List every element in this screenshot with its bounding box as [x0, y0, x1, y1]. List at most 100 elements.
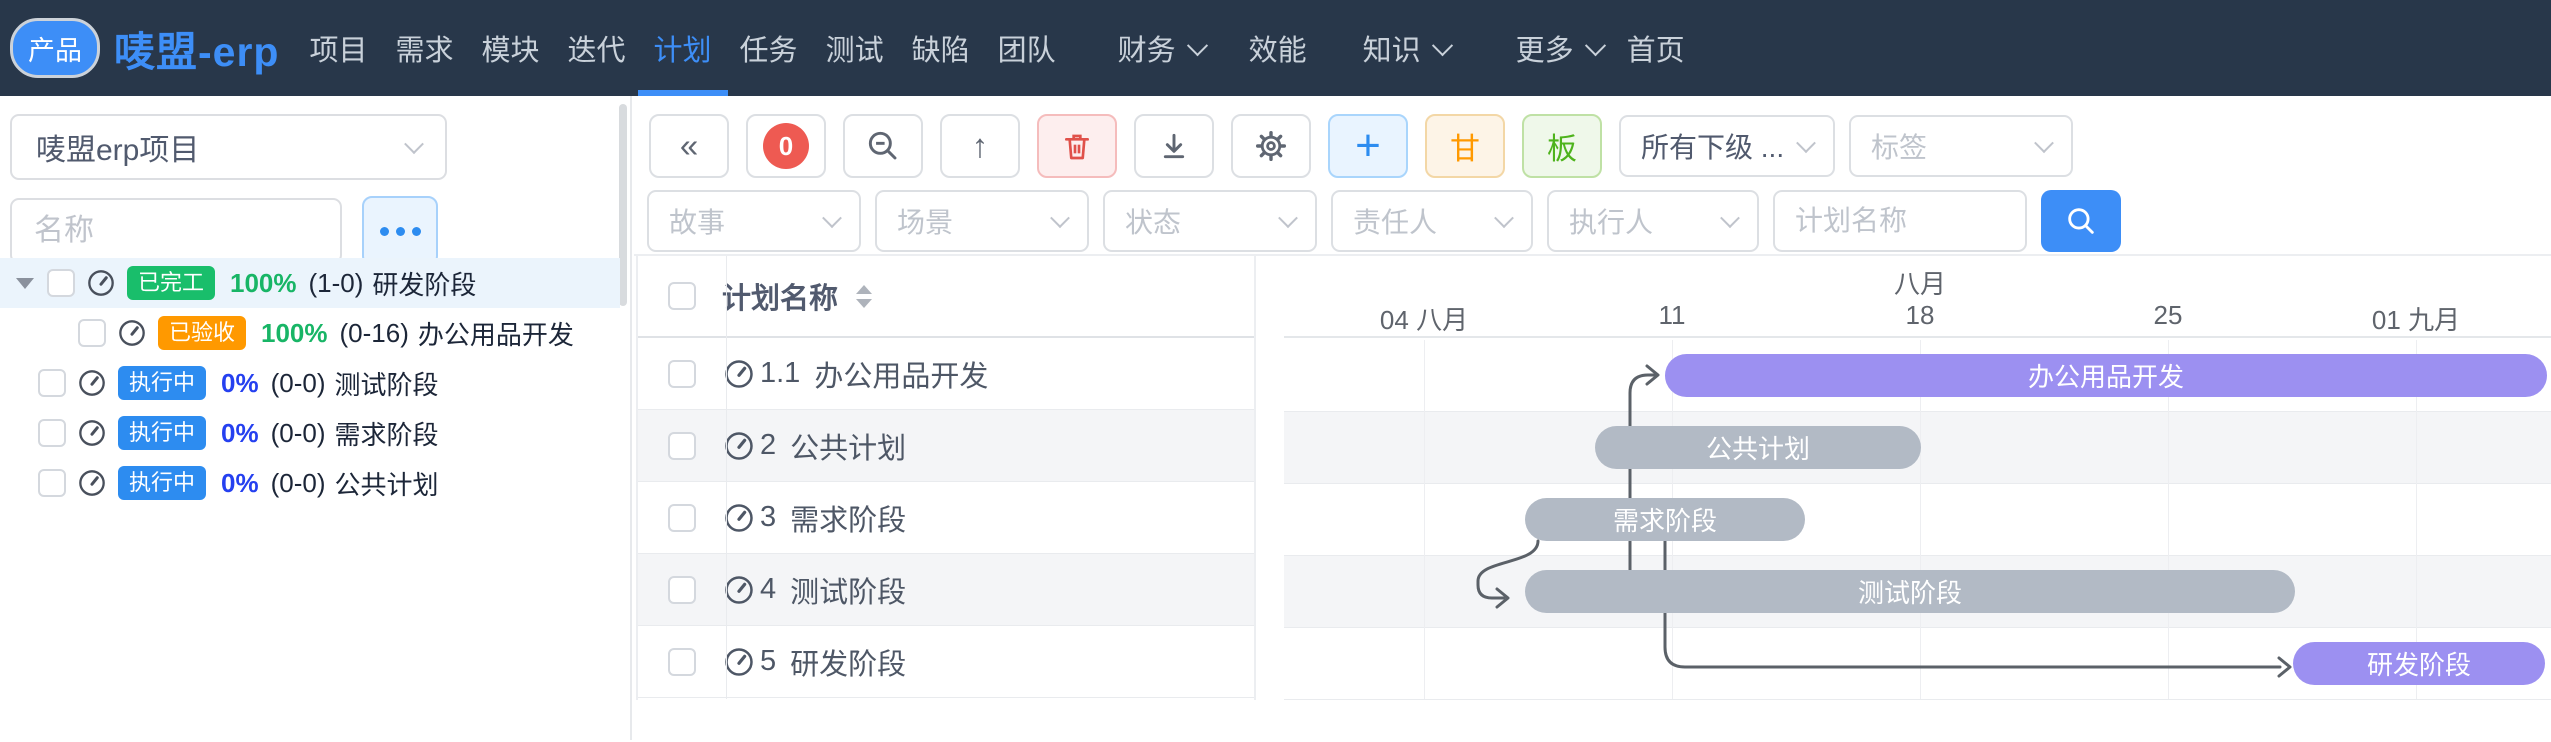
nav-item-test[interactable]: 测试 — [826, 0, 884, 96]
name-search-input[interactable] — [10, 198, 342, 264]
status-badge: 已验收 — [158, 316, 247, 350]
nav-item-requirement[interactable]: 需求 — [395, 0, 453, 96]
tree-item-ceshijieduan[interactable]: 执行中 0% (0-0) 测试阶段 — [0, 358, 620, 408]
nav-item-task[interactable]: 任务 — [740, 0, 798, 96]
timer-icon — [725, 503, 753, 532]
timer-icon — [79, 420, 105, 446]
nav-item-finance[interactable]: 财务 — [1118, 0, 1208, 96]
table-header-row: 计划名称 — [638, 256, 1254, 338]
nav-item-more[interactable]: 更多 — [1516, 0, 1606, 96]
collapse-double-left-icon: « — [679, 127, 699, 164]
plan-name-input[interactable] — [1773, 190, 2027, 252]
count-badge: 0 — [763, 123, 809, 169]
nav-item-module[interactable]: 模块 — [482, 0, 540, 96]
scene-filter-select[interactable]: 场景 — [875, 190, 1089, 252]
move-up-button[interactable]: ↑ — [940, 114, 1020, 178]
project-select[interactable]: 唛盟erp项目 — [10, 114, 447, 180]
product-badge: 产品 — [10, 18, 100, 78]
status-filter-select[interactable]: 状态 — [1103, 190, 1317, 252]
row-checkbox[interactable] — [668, 647, 696, 676]
gantt-bar-ceshijieduan[interactable]: 测试阶段 — [1525, 570, 2295, 613]
tree-item-yanfajieduan[interactable]: 已完工 100% (1-0) 研发阶段 — [0, 258, 620, 308]
plan-range: (0-16) — [339, 317, 409, 348]
plan-number: 5 — [760, 645, 777, 677]
row-checkbox[interactable] — [668, 575, 696, 604]
sort-icon[interactable] — [856, 284, 873, 308]
row-checkbox[interactable] — [668, 359, 696, 388]
filter-row: 故事 场景 状态 责任人 执行人 — [647, 190, 2121, 252]
tree-checkbox[interactable] — [38, 469, 66, 497]
tree-item-xuqiujieduan[interactable]: 执行中 0% (0-0) 需求阶段 — [0, 408, 620, 458]
plan-cell: 2 公共计划 — [724, 425, 906, 467]
row-checkbox[interactable] — [668, 431, 696, 460]
table-row[interactable]: 1.1 办公用品开发 — [638, 338, 1254, 410]
search-button[interactable] — [2041, 190, 2121, 252]
select-all-checkbox[interactable] — [668, 282, 696, 310]
table-row[interactable]: 2 公共计划 — [638, 410, 1254, 482]
tree-checkbox[interactable] — [38, 419, 66, 447]
owner-filter-select[interactable]: 责任人 — [1331, 190, 1533, 252]
gantt-bar-xuqiujieduan[interactable]: 需求阶段 — [1525, 498, 1805, 541]
story-filter-select[interactable]: 故事 — [647, 190, 861, 252]
plan-name: 办公用品开发 — [814, 360, 989, 393]
gantt-bar-gonggongjihua[interactable]: 公共计划 — [1595, 426, 1921, 469]
chevron-down-icon — [1494, 208, 1514, 229]
sidebar-scrollbar[interactable] — [619, 104, 627, 306]
plan-name: 测试阶段 — [790, 576, 907, 609]
timer-icon — [79, 470, 105, 496]
settings-button[interactable] — [1231, 114, 1311, 178]
executor-filter-select[interactable]: 执行人 — [1547, 190, 1759, 252]
zoom-out-button[interactable] — [843, 114, 923, 178]
collapse-panel-button[interactable]: « — [649, 114, 729, 178]
add-plan-button[interactable]: + — [1328, 114, 1408, 178]
plan-name: 公共计划 — [334, 469, 439, 500]
nav-item-project[interactable]: 项目 — [309, 0, 367, 96]
plan-name: 测试阶段 — [334, 369, 439, 400]
chevron-down-icon — [1796, 133, 1816, 154]
nav-item-iteration[interactable]: 迭代 — [568, 0, 626, 96]
gantt-bar-bangongyongpin[interactable]: 办公用品开发 — [1665, 354, 2547, 397]
tree-item-bangongyongpin[interactable]: 已验收 100% (0-16) 办公用品开发 — [0, 308, 620, 358]
tree-checkbox[interactable] — [78, 319, 106, 347]
gantt-view-button[interactable]: 甘 — [1425, 114, 1505, 178]
progress-percent: 100% — [230, 267, 297, 298]
main-panel: « 0 ↑ + 甘 板 所有下级 ... 标签 故事 场景 状态 责任人 执行人… — [634, 96, 2551, 742]
tree-expand-caret-icon[interactable] — [16, 277, 34, 289]
zoom-out-icon — [868, 131, 897, 160]
nav-item-plan-active[interactable]: 计划 — [637, 0, 728, 96]
column-divider — [726, 256, 727, 699]
nav-item-home[interactable]: 首页 — [1627, 0, 1685, 96]
chevron-down-icon — [1050, 208, 1070, 229]
chevron-down-icon — [822, 208, 842, 229]
tree-checkbox[interactable] — [47, 269, 75, 297]
nav-item-efficiency[interactable]: 效能 — [1249, 0, 1307, 96]
column-header-plan-name[interactable]: 计划名称 — [722, 275, 873, 317]
gantt-chart: 八月 04 八月 11 18 25 01 九月 办公用品开发 公共计划 需求阶段… — [1284, 256, 2551, 742]
tree-item-gonggongjihua[interactable]: 执行中 0% (0-0) 公共计划 — [0, 458, 620, 508]
plan-name: 办公用品开发 — [417, 319, 574, 350]
board-view-button[interactable]: 板 — [1522, 114, 1602, 178]
plan-cell: 5 研发阶段 — [724, 641, 906, 683]
more-actions-button[interactable] — [362, 196, 438, 266]
timer-icon — [725, 431, 753, 460]
delete-button[interactable] — [1037, 114, 1117, 178]
left-sidebar: 唛盟erp项目 已完工 100% (1-0) 研发阶段 已验收 — [0, 96, 632, 740]
row-checkbox[interactable] — [668, 503, 696, 532]
tag-select[interactable]: 标签 — [1849, 115, 2073, 177]
plan-range: (0-0) — [270, 417, 326, 448]
scope-select[interactable]: 所有下级 ... — [1619, 115, 1835, 177]
nav-item-team[interactable]: 团队 — [998, 0, 1056, 96]
plan-table: 计划名称 1.1 办公用品开发 2 公共计划 3 需求阶段 4 测试阶段 5 研… — [636, 256, 1256, 700]
tree-checkbox[interactable] — [38, 369, 66, 397]
table-row[interactable]: 3 需求阶段 — [638, 482, 1254, 554]
nav-item-defect[interactable]: 缺陷 — [912, 0, 970, 96]
count-badge-button[interactable]: 0 — [746, 114, 826, 178]
timer-icon — [725, 575, 753, 604]
export-button[interactable] — [1134, 114, 1214, 178]
table-row[interactable]: 5 研发阶段 — [638, 626, 1254, 698]
table-row[interactable]: 4 测试阶段 — [638, 554, 1254, 626]
nav-item-knowledge[interactable]: 知识 — [1363, 0, 1453, 96]
chevron-down-icon — [1720, 208, 1740, 229]
plan-name: 需求阶段 — [334, 419, 439, 450]
gantt-bar-yanfajieduan[interactable]: 研发阶段 — [2293, 642, 2545, 685]
